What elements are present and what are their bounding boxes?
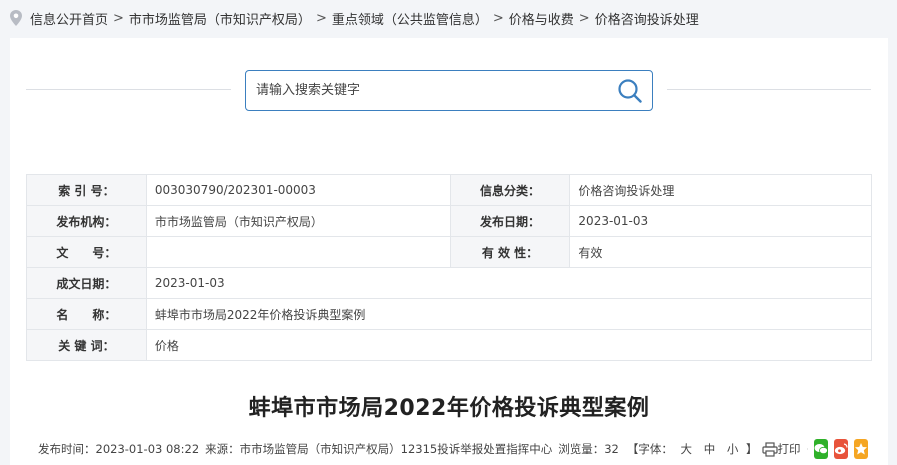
source-label: 来源： bbox=[205, 442, 240, 456]
wechat-icon bbox=[814, 444, 828, 455]
print-button[interactable]: 打印 bbox=[761, 441, 801, 457]
docno-label: 文 号： bbox=[26, 236, 147, 268]
pubdate-label: 发布日期： bbox=[449, 205, 571, 237]
table-row: 名 称： 蚌埠市市场局2022年价格投诉典型案例 bbox=[26, 298, 873, 330]
source: 市市场监管局（市知识产权局）12315投诉举报处置指挥中心 bbox=[239, 442, 553, 456]
font-size-close: 】 bbox=[746, 442, 758, 456]
font-small-button[interactable]: 小 bbox=[727, 442, 739, 456]
content-panel: 索 引 号： 003030790/202301-00003 信息分类： 价格咨询… bbox=[10, 38, 888, 465]
index-value: 003030790/202301-00003 bbox=[145, 174, 451, 206]
name-label: 名 称： bbox=[26, 298, 147, 330]
validity-label: 有 效 性： bbox=[449, 236, 571, 268]
index-label: 索 引 号： bbox=[26, 174, 147, 206]
print-label: 打印 bbox=[777, 442, 801, 456]
keywords-label: 关 键 词： bbox=[26, 329, 147, 361]
breadcrumb-separator: > bbox=[578, 10, 590, 26]
search-box bbox=[245, 70, 653, 111]
keywords-value: 价格 bbox=[145, 329, 873, 361]
table-row: 索 引 号： 003030790/202301-00003 信息分类： 价格咨询… bbox=[26, 174, 872, 206]
breadcrumb-separator: > bbox=[315, 10, 327, 26]
star-icon bbox=[855, 443, 867, 455]
publisher-value: 市市场监管局（市知识产权局） bbox=[145, 205, 451, 237]
metadata-table: 索 引 号： 003030790/202301-00003 信息分类： 价格咨询… bbox=[26, 174, 873, 361]
font-large-button[interactable]: 大 bbox=[681, 442, 693, 456]
search-button[interactable] bbox=[608, 71, 652, 110]
font-medium-button[interactable]: 中 bbox=[704, 442, 716, 456]
category-value: 价格咨询投诉处理 bbox=[569, 174, 872, 206]
breadcrumb-home[interactable]: 信息公开首页 bbox=[30, 9, 108, 28]
name-value: 蚌埠市市场局2022年价格投诉典型案例 bbox=[145, 298, 873, 330]
article-title: 蚌埠市市场局2022年价格投诉典型案例 bbox=[248, 396, 650, 421]
weibo-icon bbox=[834, 443, 848, 455]
validity-value: 有效 bbox=[569, 236, 872, 268]
created-label: 成文日期： bbox=[26, 267, 147, 299]
font-size-label: 【字体： bbox=[626, 442, 673, 456]
printer-icon bbox=[761, 441, 778, 457]
search-icon bbox=[618, 78, 642, 103]
breadcrumb: 信息公开首页 > 市市场监管局（市知识产权局） > 重点领域（公共监管信息） >… bbox=[0, 0, 897, 36]
location-pin-icon bbox=[10, 10, 22, 26]
search-row bbox=[26, 68, 871, 112]
table-row: 成文日期： 2023-01-03 bbox=[26, 267, 873, 299]
table-row: 关 键 词： 价格 bbox=[26, 329, 873, 361]
breadcrumb-separator: > bbox=[113, 10, 124, 26]
created-value: 2023-01-03 bbox=[145, 267, 873, 299]
table-row: 文 号： 有 效 性： 有效 bbox=[26, 236, 872, 268]
breadcrumb-separator: > bbox=[492, 10, 504, 26]
divider-left bbox=[26, 89, 231, 90]
wechat-share-button[interactable] bbox=[814, 439, 828, 459]
breadcrumb-current[interactable]: 价格咨询投诉处理 bbox=[595, 9, 699, 28]
search-input[interactable] bbox=[246, 71, 608, 110]
publish-time-label: 发布时间： bbox=[38, 442, 96, 456]
share-icon[interactable] bbox=[806, 442, 809, 456]
publish-time: 2023-01-03 08:22 bbox=[95, 442, 200, 456]
docno-value bbox=[145, 236, 451, 268]
breadcrumb-bureau[interactable]: 市市场监管局（市知识产权局） bbox=[129, 9, 311, 28]
table-row: 发布机构： 市市场监管局（市知识产权局） 发布日期： 2023-01-03 bbox=[26, 205, 872, 237]
weibo-share-button[interactable] bbox=[834, 439, 848, 459]
pubdate-value: 2023-01-03 bbox=[569, 205, 872, 237]
publisher-label: 发布机构： bbox=[26, 205, 147, 237]
favorite-button[interactable] bbox=[854, 439, 868, 459]
article-info-bar: 发布时间： 2023-01-03 08:22 来源： 市市场监管局（市知识产权局… bbox=[38, 436, 868, 462]
category-label: 信息分类： bbox=[449, 174, 571, 206]
breadcrumb-price-fees[interactable]: 价格与收费 bbox=[509, 9, 574, 28]
divider-right bbox=[667, 89, 871, 90]
breadcrumb-key-areas[interactable]: 重点领域（公共监管信息） bbox=[332, 9, 488, 28]
views-label: 浏览量： bbox=[558, 442, 605, 456]
views-count: 32 bbox=[604, 442, 619, 456]
font-size-control: 【字体： 大 中 小 】 bbox=[627, 441, 758, 457]
